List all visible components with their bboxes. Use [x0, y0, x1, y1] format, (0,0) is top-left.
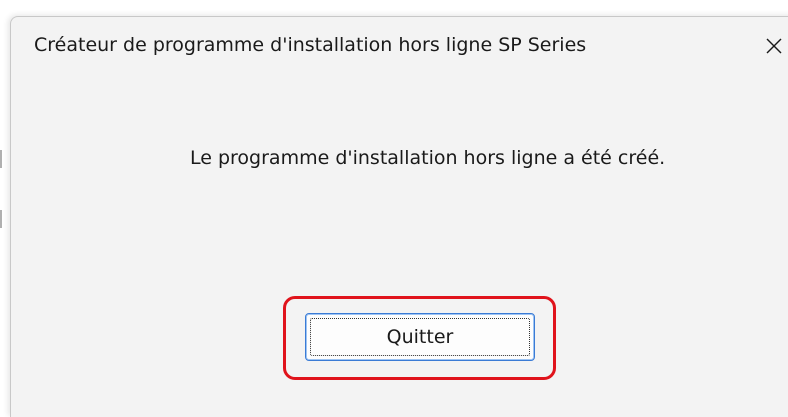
completion-message: Le programme d'installation hors ligne a…: [190, 147, 666, 169]
window-edge-mark: [0, 210, 2, 228]
close-icon: [766, 38, 782, 54]
window-title: Créateur de programme d'installation hor…: [34, 34, 587, 56]
window-edge-mark: [0, 150, 2, 168]
close-button[interactable]: [755, 29, 788, 63]
quit-button[interactable]: Quitter: [305, 313, 535, 361]
quit-button-label: Quitter: [310, 318, 530, 356]
title-bar: Créateur de programme d'installation hor…: [11, 17, 788, 75]
installer-dialog: Créateur de programme d'installation hor…: [10, 16, 788, 417]
